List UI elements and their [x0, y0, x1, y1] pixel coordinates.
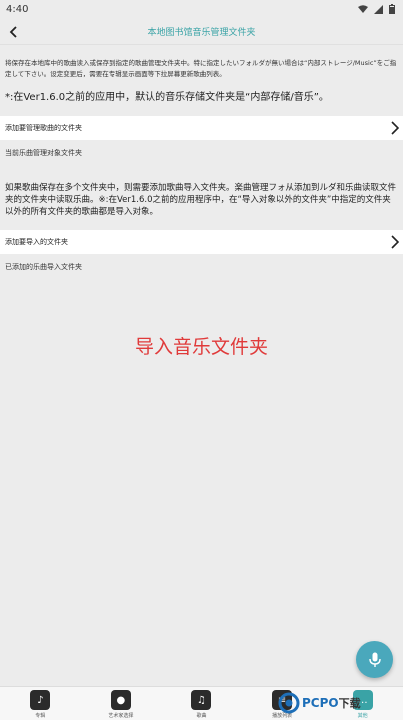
wifi-icon [358, 4, 368, 13]
chevron-right-icon [391, 235, 399, 249]
artist-icon: ● [110, 690, 131, 710]
more-icon: … [352, 690, 373, 710]
nav-other-label: 其他 [357, 713, 368, 719]
nav-playlist-label: 播放列表 [272, 713, 293, 719]
bottom-navigation: ♪ 专辑 ● 艺术家选择 ♫ 歌曲 ≡ 播放列表 … 其他 [0, 686, 403, 720]
added-import-folders-label: 已添加的乐曲导入文件夹 [5, 263, 82, 271]
album-icon: ♪ [30, 690, 51, 710]
add-manage-folder-label: 添加要管理歌曲的文件夹 [5, 124, 82, 132]
nav-album-label: 专辑 [35, 713, 46, 719]
playlist-icon: ≡ [272, 690, 293, 710]
battery-icon [389, 4, 395, 14]
settings-content: 将保存在本地库中的歌曲读入或保存到指定的歌曲管理文件夹中。特に指定したいフォルダ… [0, 46, 403, 686]
nav-artist[interactable]: ● 艺术家选择 [91, 690, 151, 719]
add-import-folder-row[interactable]: 添加要导入的文件夹 [0, 230, 403, 254]
import-description: 如果歌曲保存在多个文件夹中，则需要添加歌曲导入文件夹。楽曲管理フォ从添加到ルダ和… [5, 183, 397, 217]
folder-note-jp: 将保存在本地库中的歌曲读入或保存到指定的歌曲管理文件夹中。特に指定したいフォルダ… [5, 59, 397, 78]
status-bar: 4:40 [0, 0, 403, 18]
nav-artist-label: 艺术家选择 [108, 713, 134, 719]
back-arrow-icon [9, 26, 17, 38]
import-music-folder-caption: 导入音乐文件夹 [134, 336, 268, 358]
microphone-icon [368, 652, 381, 667]
song-icon: ♫ [191, 690, 212, 710]
status-icons [358, 4, 395, 14]
signal-icon [374, 4, 383, 14]
page-title: 本地图书馆音乐管理文件夹 [147, 27, 256, 38]
nav-songs-label: 歌曲 [196, 713, 207, 719]
status-time: 4:40 [6, 3, 29, 15]
chevron-right-icon [391, 121, 399, 135]
add-manage-folder-row[interactable]: 添加要管理歌曲的文件夹 [0, 116, 403, 140]
app-bar: 本地图书馆音乐管理文件夹 [0, 18, 403, 45]
nav-songs[interactable]: ♫ 歌曲 [171, 690, 231, 719]
voice-search-button[interactable] [356, 641, 393, 678]
nav-playlist[interactable]: ≡ 播放列表 [252, 690, 312, 719]
nav-other[interactable]: … 其他 [333, 690, 393, 719]
current-target-label: 当前乐曲管理对象文件夹 [5, 149, 82, 157]
folder-note-cn: *:在Ver1.6.0之前的应用中，默认的音乐存储文件夹是“内部存储/音乐”。 [5, 92, 329, 103]
nav-album[interactable]: ♪ 专辑 [10, 690, 70, 719]
add-import-folder-label: 添加要导入的文件夹 [5, 238, 68, 246]
back-button[interactable] [2, 20, 26, 44]
